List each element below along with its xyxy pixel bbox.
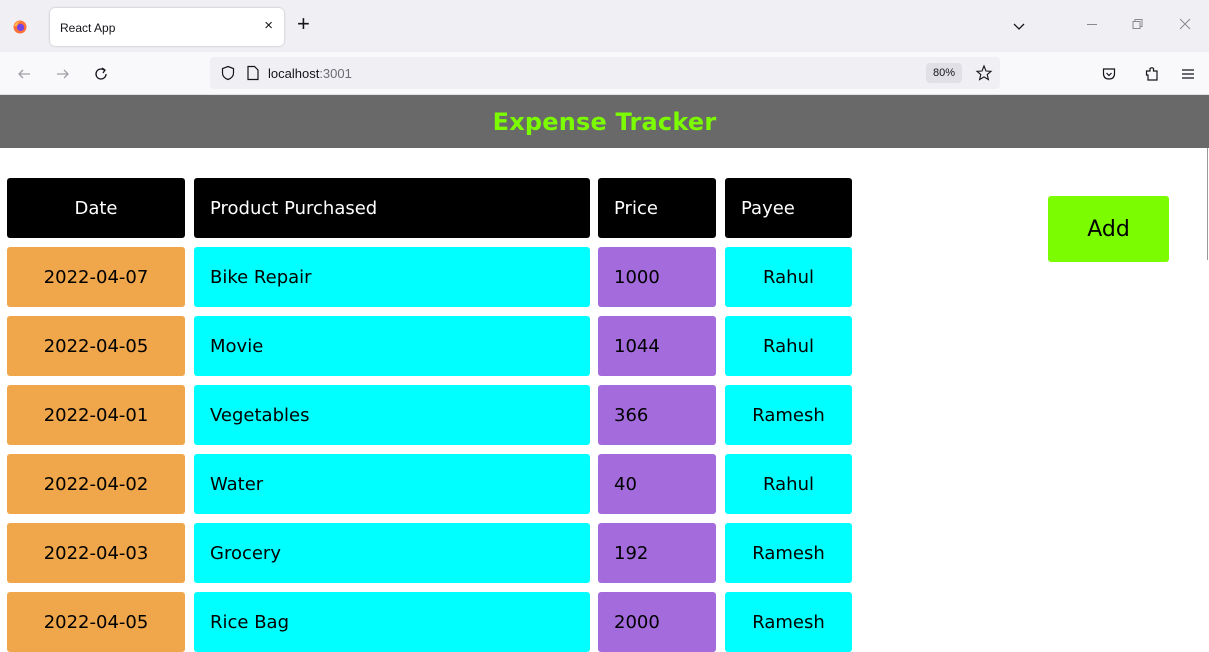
product-cell: Rice Bag <box>194 592 590 652</box>
price-cell: 2000 <box>598 592 716 652</box>
date-cell: 2022-04-03 <box>7 523 185 583</box>
shield-icon[interactable] <box>220 65 236 81</box>
payee-cell: Rahul <box>725 454 852 514</box>
date-cell: 2022-04-07 <box>7 247 185 307</box>
chevron-down-icon[interactable] <box>1012 22 1026 32</box>
browser-tab-strip: React App × + <box>0 0 1209 52</box>
minimize-icon[interactable] <box>1085 17 1099 31</box>
url-text[interactable]: localhost:3001 <box>268 66 352 81</box>
pocket-icon[interactable] <box>1101 66 1117 82</box>
price-cell: 1000 <box>598 247 716 307</box>
window-close-icon[interactable] <box>1178 17 1192 31</box>
extensions-icon[interactable] <box>1144 66 1160 82</box>
url-port: :3001 <box>319 66 352 81</box>
date-cell: 2022-04-05 <box>7 592 185 652</box>
url-bar[interactable]: localhost:3001 80% <box>210 57 1000 89</box>
star-icon[interactable] <box>975 64 993 82</box>
payee-cell: Rahul <box>725 247 852 307</box>
page-icon <box>247 65 259 81</box>
product-cell: Grocery <box>194 523 590 583</box>
product-cell: Bike Repair <box>194 247 590 307</box>
payee-cell: Rahul <box>725 316 852 376</box>
payee-cell: Ramesh <box>725 523 852 583</box>
price-cell: 1044 <box>598 316 716 376</box>
column-header-price: Price <box>598 178 716 238</box>
date-cell: 2022-04-05 <box>7 316 185 376</box>
page-divider <box>1207 148 1208 260</box>
firefox-logo-icon <box>13 20 27 34</box>
browser-nav-bar: localhost:3001 80% <box>0 52 1209 95</box>
forward-arrow-icon[interactable] <box>55 66 71 82</box>
product-cell: Movie <box>194 316 590 376</box>
tab-react-app[interactable]: React App × <box>50 8 284 46</box>
page-title: Expense Tracker <box>492 107 717 136</box>
payee-cell: Ramesh <box>725 385 852 445</box>
close-icon[interactable]: × <box>264 17 273 35</box>
url-host: localhost <box>268 66 320 81</box>
product-cell: Water <box>194 454 590 514</box>
column-header-product: Product Purchased <box>194 178 590 238</box>
menu-icon[interactable] <box>1180 66 1196 82</box>
price-cell: 40 <box>598 454 716 514</box>
reload-icon[interactable] <box>93 66 109 82</box>
tab-title: React App <box>60 21 116 35</box>
column-header-date: Date <box>7 178 185 238</box>
column-header-payee: Payee <box>725 178 852 238</box>
zoom-level-badge[interactable]: 80% <box>926 63 963 83</box>
product-cell: Vegetables <box>194 385 590 445</box>
payee-cell: Ramesh <box>725 592 852 652</box>
restore-icon[interactable] <box>1130 17 1144 31</box>
date-cell: 2022-04-02 <box>7 454 185 514</box>
date-cell: 2022-04-01 <box>7 385 185 445</box>
back-arrow-icon[interactable] <box>16 66 32 82</box>
app-header: Expense Tracker <box>0 95 1209 148</box>
price-cell: 366 <box>598 385 716 445</box>
plus-icon[interactable]: + <box>297 13 310 35</box>
price-cell: 192 <box>598 523 716 583</box>
add-button[interactable]: Add <box>1048 196 1169 262</box>
